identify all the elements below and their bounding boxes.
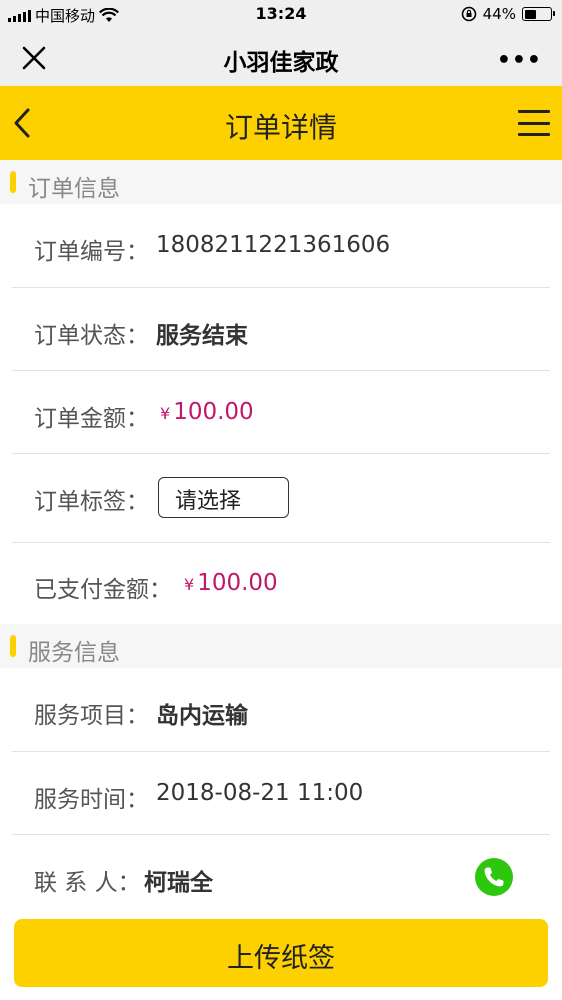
battery-icon xyxy=(522,7,555,21)
order-status-value: 服务结束 xyxy=(156,323,248,349)
rotation-lock-icon xyxy=(461,6,476,22)
paid-amount-label: 已支付金额： xyxy=(34,577,172,603)
phone-call-icon[interactable] xyxy=(475,858,513,896)
status-right: 44% xyxy=(461,5,555,23)
order-number-value: 1808211221361606 xyxy=(156,232,391,258)
order-amount-row: 订单金额： ¥100.00 xyxy=(0,371,562,454)
paid-amount-number: 100.00 xyxy=(197,570,278,596)
more-icon[interactable]: ••• xyxy=(497,48,542,73)
battery-percent: 44% xyxy=(482,5,516,23)
service-time-value: 2018-08-21 11:00 xyxy=(156,780,364,806)
service-item-label: 服务项目： xyxy=(34,703,149,729)
section-title-order: 订单信息 xyxy=(28,176,120,202)
order-status-row: 订单状态： 服务结束 xyxy=(0,288,562,371)
upload-paper-sign-button[interactable]: 上传纸签 xyxy=(14,919,548,987)
order-status-label: 订单状态： xyxy=(34,323,149,349)
order-amount-label: 订单金额： xyxy=(34,406,149,432)
section-title-service: 服务信息 xyxy=(28,640,120,666)
service-time-label: 服务时间： xyxy=(34,787,149,813)
app-header: 订单详情 xyxy=(0,86,562,160)
contact-label: 联 系 人： xyxy=(34,870,141,896)
contact-row: 联 系 人： 柯瑞全 xyxy=(0,835,562,904)
bottom-bar: 上传纸签 xyxy=(0,904,562,1000)
order-amount-number: 100.00 xyxy=(173,399,254,425)
menu-icon[interactable] xyxy=(518,110,550,136)
paid-amount-row: 已支付金额： ¥100.00 xyxy=(0,543,562,624)
wechat-title-bar: 小羽佳家政 ••• xyxy=(0,28,562,86)
paid-amount-value: ¥100.00 xyxy=(184,570,278,596)
currency-symbol: ¥ xyxy=(184,575,195,594)
section-marker xyxy=(10,635,16,657)
service-time-row: 服务时间： 2018-08-21 11:00 xyxy=(0,752,562,835)
section-marker xyxy=(10,171,16,193)
order-number-row: 订单编号： 1808211221361606 xyxy=(0,204,562,288)
service-item-row: 服务项目： 岛内运输 xyxy=(0,668,562,752)
section-header-order: 订单信息 xyxy=(0,160,562,204)
order-tag-label: 订单标签： xyxy=(34,489,149,515)
section-header-service: 服务信息 xyxy=(0,624,562,668)
order-tag-select[interactable]: 请选择 xyxy=(158,477,289,518)
service-item-value: 岛内运输 xyxy=(156,703,248,729)
status-bar: 中国移动 13:24 44% xyxy=(0,0,562,28)
contact-value: 柯瑞全 xyxy=(144,870,213,896)
phone-handset-icon xyxy=(484,867,504,887)
order-tag-row: 订单标签： 请选择 xyxy=(0,454,562,543)
order-amount-value: ¥100.00 xyxy=(160,399,254,425)
currency-symbol: ¥ xyxy=(160,404,171,423)
page-title: 订单详情 xyxy=(224,111,337,144)
order-number-label: 订单编号： xyxy=(34,239,149,265)
wechat-title: 小羽佳家政 xyxy=(223,50,339,76)
